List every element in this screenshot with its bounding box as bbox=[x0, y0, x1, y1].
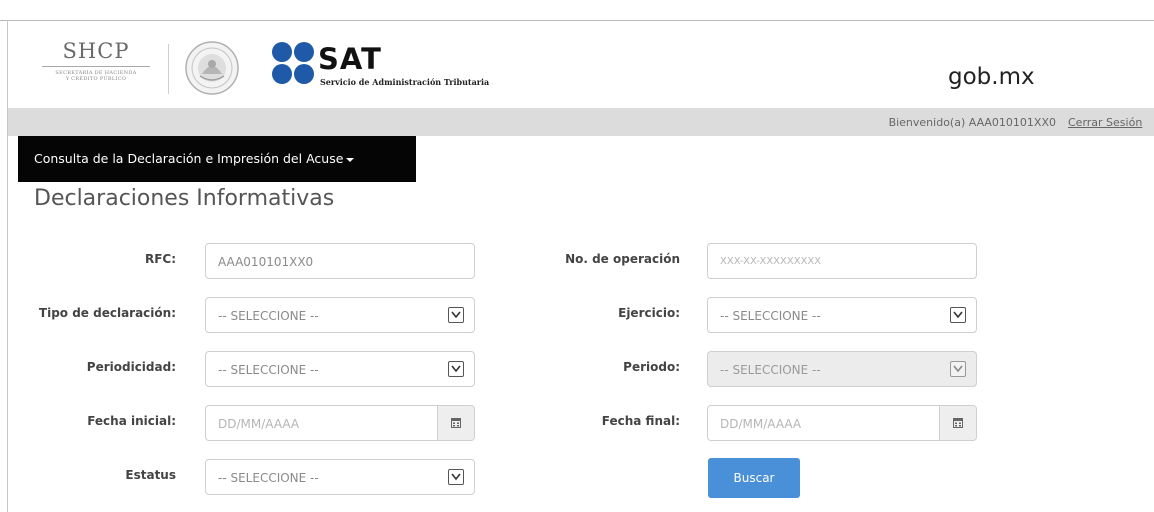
fecha-final-input[interactable]: DD/MM/AAAA bbox=[707, 405, 977, 441]
buscar-button[interactable]: Buscar bbox=[708, 458, 800, 498]
fecha-inicial-calendar-button[interactable] bbox=[437, 406, 474, 440]
sat-logo-title: SAT bbox=[318, 42, 382, 76]
rfc-input-value: AAA010101XX0 bbox=[218, 255, 314, 269]
shcp-logo: SHCP SECRETARÍA DE HACIENDA Y CRÉDITO PÚ… bbox=[36, 40, 156, 94]
dropdown-arrow-icon[interactable] bbox=[448, 469, 464, 485]
shcp-logo-title: SHCP bbox=[62, 39, 130, 63]
tipo-declaracion-label: Tipo de declaración: bbox=[38, 306, 176, 320]
dropdown-arrow-icon[interactable] bbox=[448, 307, 464, 323]
tipo-declaracion-value: -- SELECCIONE -- bbox=[218, 309, 319, 323]
consulta-menu-label: Consulta de la Declaración e Impresión d… bbox=[34, 151, 355, 166]
calendar-icon bbox=[451, 417, 461, 431]
logout-link[interactable]: Cerrar Sesión bbox=[1068, 116, 1154, 129]
periodo-select[interactable]: -- SELECCIONE -- bbox=[707, 351, 977, 387]
header-divider bbox=[168, 44, 169, 94]
operacion-label: No. de operación bbox=[565, 252, 680, 266]
rfc-label: RFC: bbox=[144, 252, 176, 266]
operacion-input[interactable]: XXX-XX-XXXXXXXXX bbox=[707, 243, 977, 279]
consulta-menu[interactable]: Consulta de la Declaración e Impresión d… bbox=[18, 136, 416, 182]
operacion-input-placeholder: XXX-XX-XXXXXXXXX bbox=[720, 256, 822, 267]
dropdown-arrow-icon bbox=[950, 361, 966, 377]
user-bar: Bienvenido(a) AAA010101XX0 Cerrar Sesión bbox=[8, 108, 1154, 136]
estatus-label: Estatus bbox=[125, 468, 176, 482]
caret-down-icon bbox=[346, 157, 355, 162]
ejercicio-value: -- SELECCIONE -- bbox=[720, 309, 821, 323]
window-top-border bbox=[0, 20, 1154, 21]
periodo-value: -- SELECCIONE -- bbox=[720, 363, 821, 377]
mexican-seal-icon bbox=[184, 40, 240, 96]
fecha-final-placeholder: DD/MM/AAAA bbox=[720, 417, 802, 431]
page-title: Declaraciones Informativas bbox=[34, 186, 335, 211]
ejercicio-label: Ejercicio: bbox=[618, 306, 680, 320]
fecha-inicial-label: Fecha inicial: bbox=[87, 414, 176, 428]
gobmx-logo[interactable]: gob.mx bbox=[948, 64, 1035, 90]
periodo-label: Periodo: bbox=[623, 360, 680, 374]
calendar-icon bbox=[953, 417, 963, 431]
fecha-inicial-input[interactable]: DD/MM/AAAA bbox=[205, 405, 475, 441]
sat-dots-logo-icon bbox=[272, 42, 316, 86]
ejercicio-select[interactable]: -- SELECCIONE -- bbox=[707, 297, 977, 333]
rfc-input[interactable]: AAA010101XX0 bbox=[205, 243, 475, 279]
estatus-value: -- SELECCIONE -- bbox=[218, 471, 319, 485]
shcp-logo-subtitle-2: Y CRÉDITO PÚBLICO bbox=[65, 76, 127, 82]
sat-logo: SAT Servicio de Administración Tributari… bbox=[272, 40, 532, 90]
shcp-logo-rule bbox=[42, 66, 150, 67]
dropdown-arrow-icon[interactable] bbox=[448, 361, 464, 377]
periodicidad-select[interactable]: -- SELECCIONE -- bbox=[205, 351, 475, 387]
sat-logo-subtitle: Servicio de Administración Tributaria bbox=[320, 77, 490, 87]
fecha-final-calendar-button[interactable] bbox=[939, 406, 976, 440]
window-left-border bbox=[7, 20, 8, 512]
welcome-text: Bienvenido(a) AAA010101XX0 bbox=[888, 116, 1056, 129]
dropdown-arrow-icon[interactable] bbox=[950, 307, 966, 323]
periodicidad-label: Periodicidad: bbox=[86, 360, 176, 374]
tipo-declaracion-select[interactable]: -- SELECCIONE -- bbox=[205, 297, 475, 333]
estatus-select[interactable]: -- SELECCIONE -- bbox=[205, 459, 475, 495]
fecha-inicial-placeholder: DD/MM/AAAA bbox=[218, 417, 300, 431]
fecha-final-label: Fecha final: bbox=[601, 414, 680, 428]
periodicidad-value: -- SELECCIONE -- bbox=[218, 363, 319, 377]
